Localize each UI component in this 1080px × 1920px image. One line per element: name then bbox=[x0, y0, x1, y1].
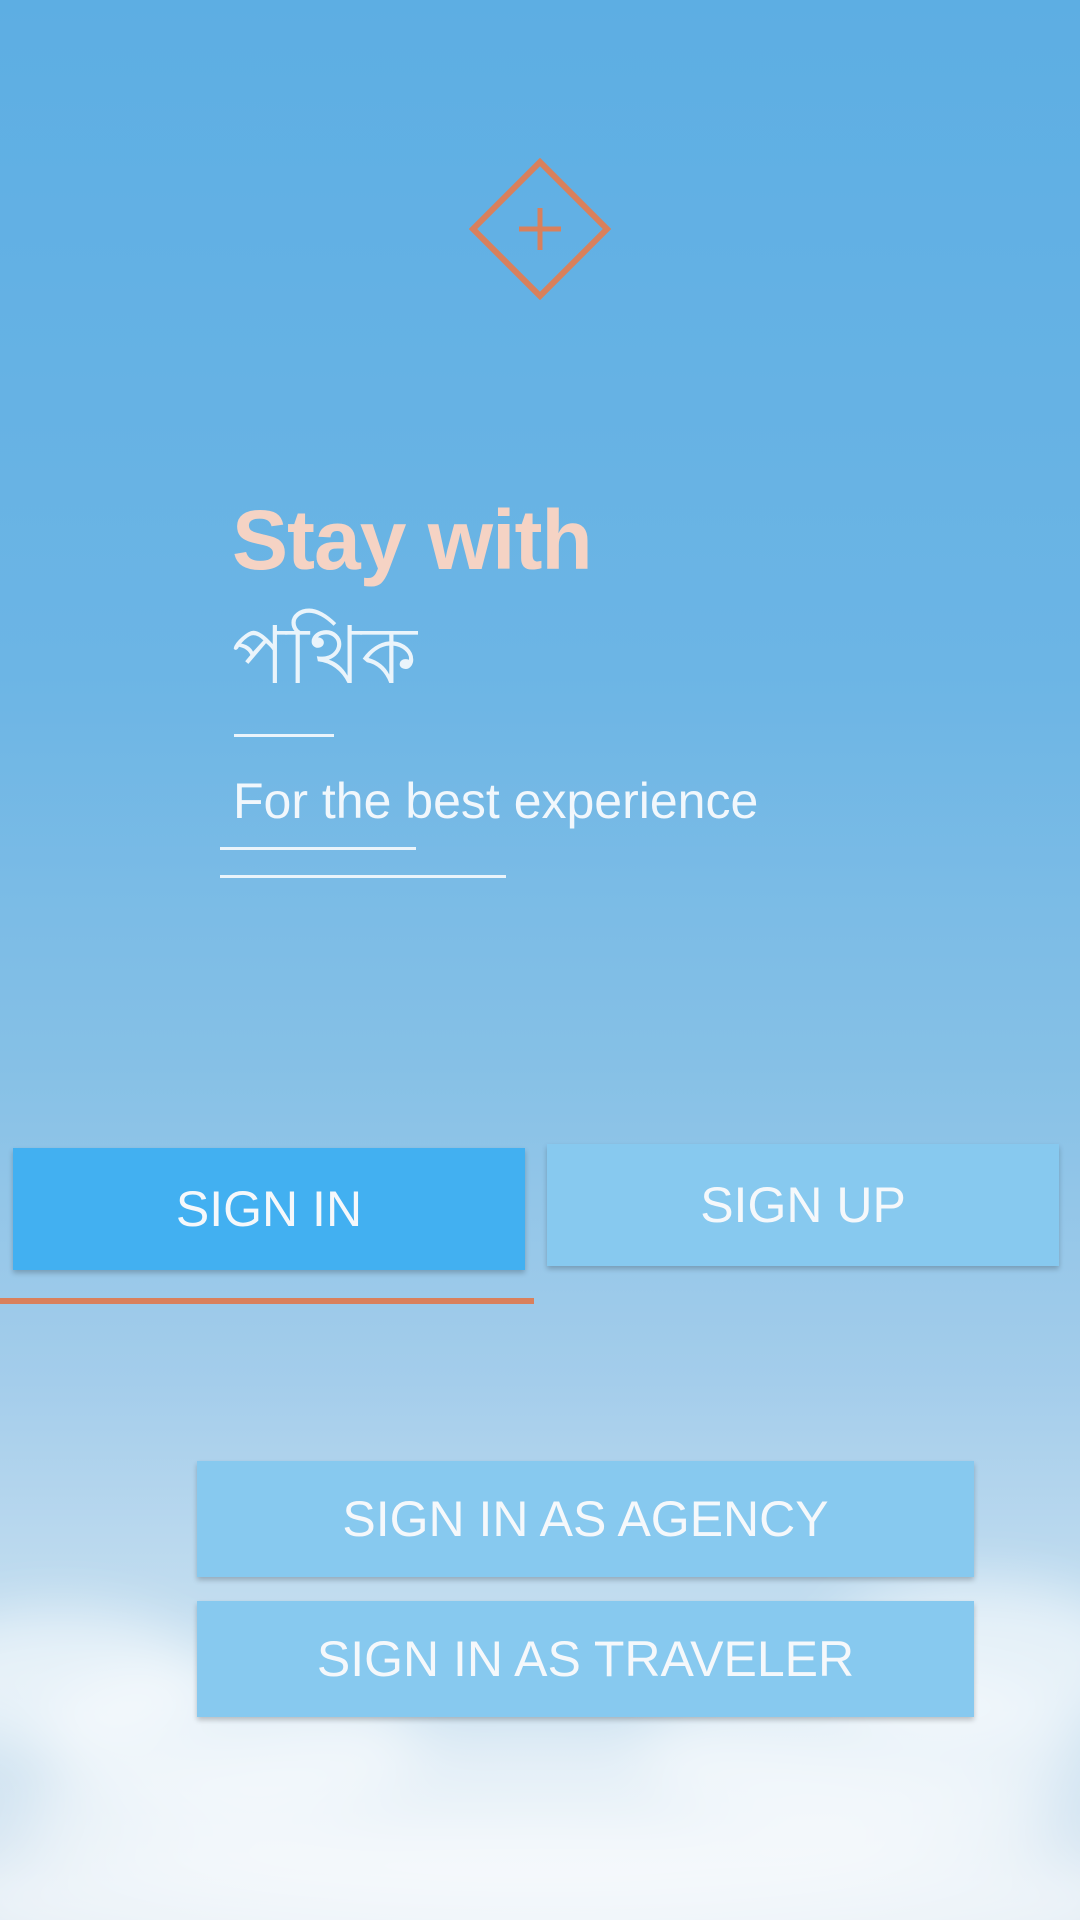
sign-up-tab-button[interactable]: SIGN UP bbox=[547, 1144, 1059, 1266]
tagline-underline bbox=[220, 847, 416, 850]
active-tab-indicator bbox=[0, 1298, 534, 1304]
tagline: For the best experience bbox=[233, 773, 759, 829]
brand-name: পথিক bbox=[232, 609, 417, 702]
sign-in-tab-button[interactable]: SIGN IN bbox=[13, 1148, 525, 1270]
divider bbox=[234, 734, 334, 737]
sign-in-as-agency-button[interactable]: SIGN IN AS AGENCY bbox=[197, 1461, 974, 1577]
tagline-underline bbox=[220, 875, 506, 878]
sign-in-as-traveler-button[interactable]: SIGN IN AS TRAVELER bbox=[197, 1601, 974, 1717]
diamond-plus-icon bbox=[469, 158, 611, 300]
headline: Stay with bbox=[232, 493, 593, 587]
